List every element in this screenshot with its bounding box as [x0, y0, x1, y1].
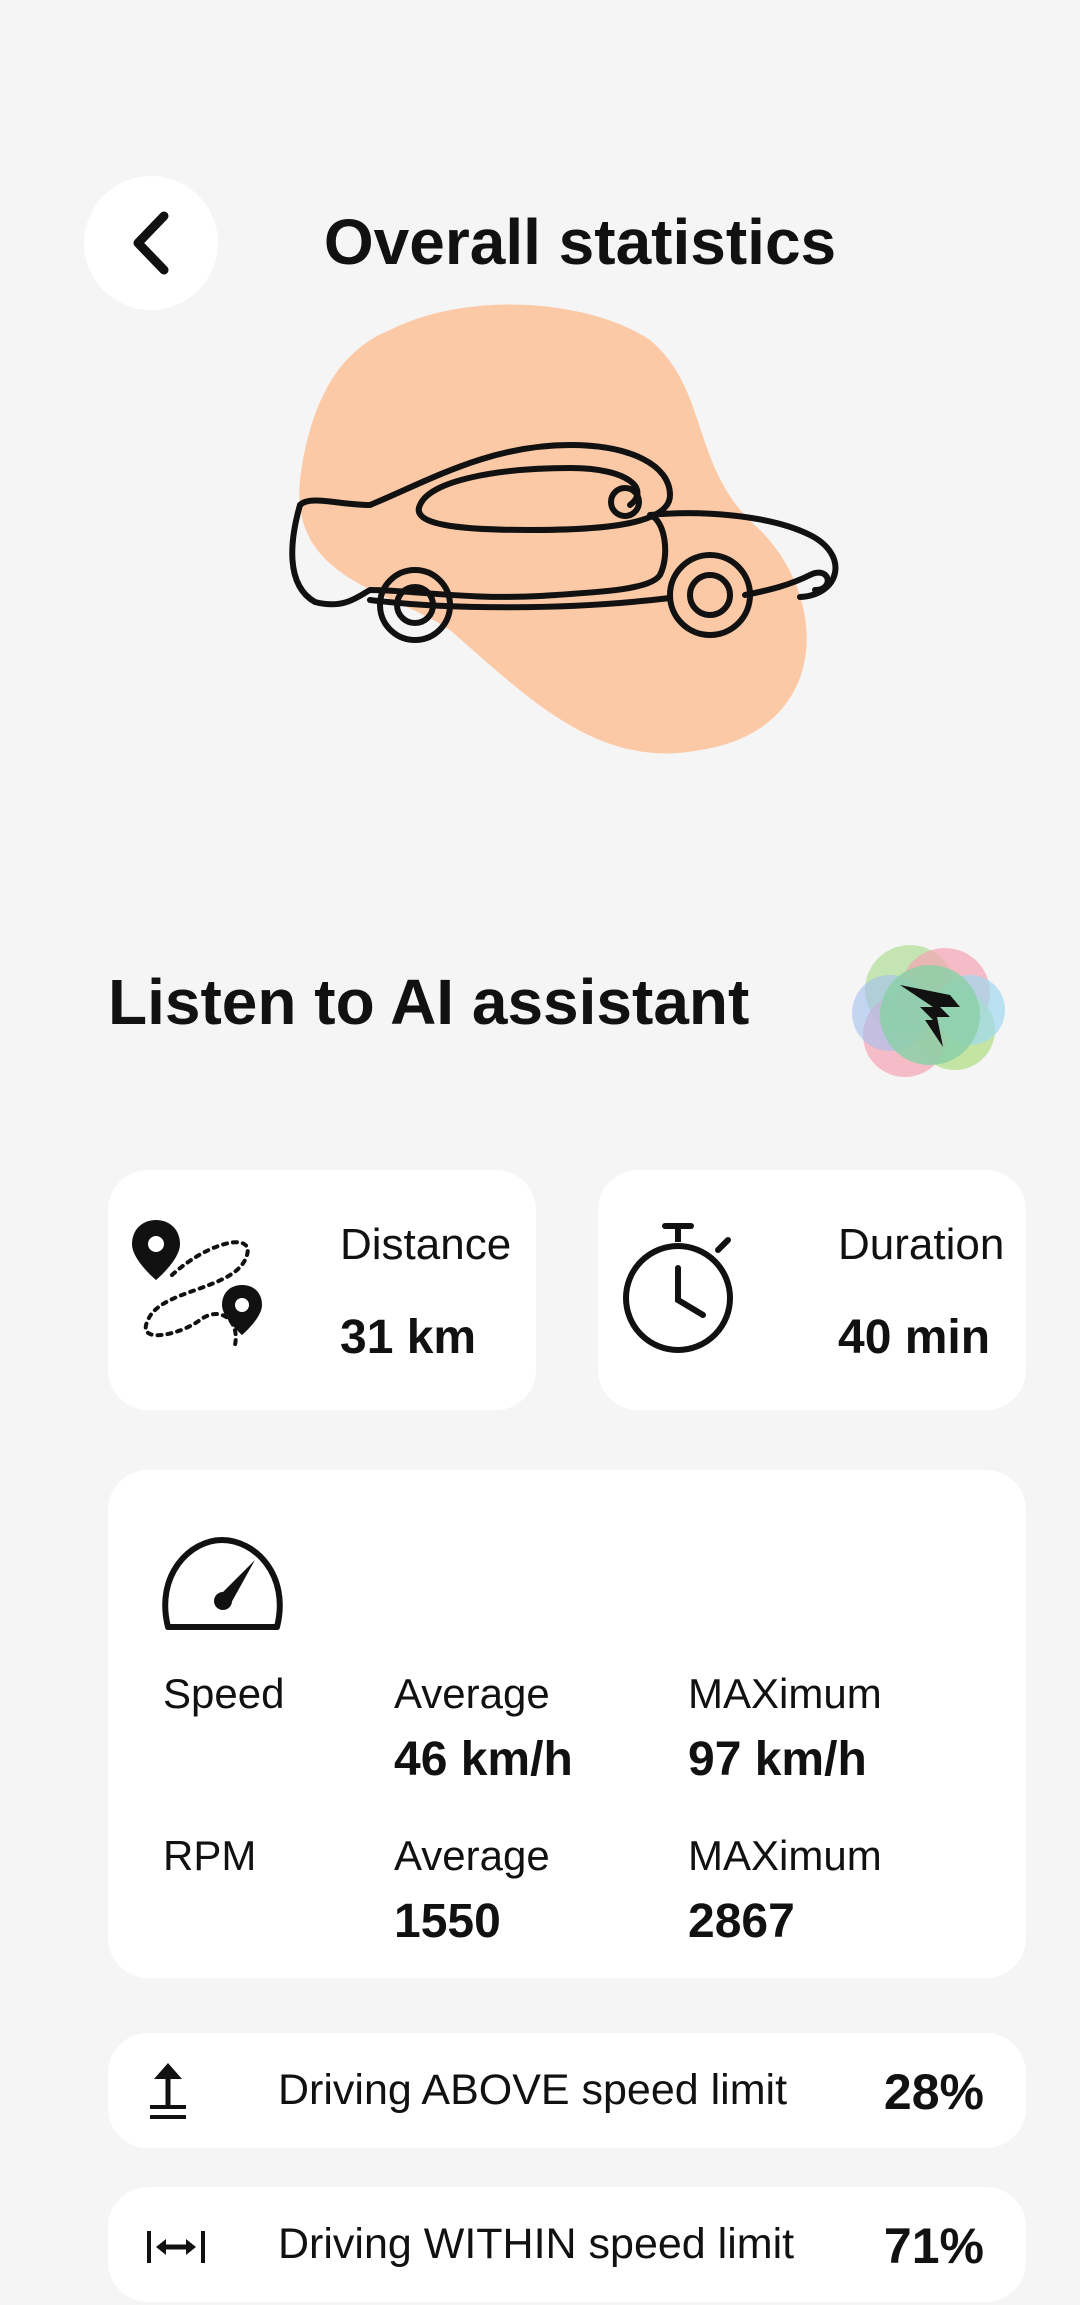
within-speed-limit-row[interactable]: Driving WITHIN speed limit 71%	[108, 2187, 1026, 2302]
above-speed-limit-row[interactable]: Driving ABOVE speed limit 28%	[108, 2033, 1026, 2148]
arrow-up-line-icon	[150, 2063, 186, 2119]
rpm-max-value: 2867	[688, 1895, 795, 1948]
speed-max-label: MAXimum	[688, 1670, 882, 1717]
car-illustration	[289, 304, 839, 754]
rpm-label: RPM	[163, 1832, 257, 1879]
stopwatch-icon	[623, 1223, 733, 1353]
page-title: Overall statistics	[323, 206, 837, 278]
distance-value: 31 km	[340, 1311, 477, 1364]
above-speed-limit-label: Driving ABOVE speed limit	[278, 2066, 788, 2114]
duration-value: 40 min	[838, 1311, 991, 1364]
speed-average-label: Average	[394, 1670, 550, 1717]
ai-assistant-orb-icon[interactable]	[845, 935, 1015, 1095]
distance-label: Distance	[340, 1220, 512, 1269]
duration-label: Duration	[838, 1220, 1005, 1269]
route-pins-icon	[132, 1220, 262, 1347]
within-speed-limit-label: Driving WITHIN speed limit	[278, 2220, 795, 2268]
arrows-horizontal-icon	[147, 2231, 205, 2263]
rpm-average-value: 1550	[394, 1895, 501, 1948]
distance-card: Distance 31 km	[108, 1170, 536, 1410]
speedometer-icon	[162, 1537, 283, 1630]
speed-rpm-card: Speed Average 46 km/h MAXimum 97 km/h RP…	[108, 1470, 1026, 1978]
speed-average-value: 46 km/h	[394, 1733, 573, 1786]
speed-label: Speed	[163, 1670, 285, 1717]
within-speed-limit-value: 71%	[883, 2218, 984, 2274]
above-speed-limit-value: 28%	[883, 2064, 984, 2120]
duration-card: Duration 40 min	[598, 1170, 1026, 1410]
rpm-max-label: MAXimum	[688, 1832, 882, 1879]
rpm-average-label: Average	[394, 1832, 550, 1879]
ai-assistant-label[interactable]: Listen to AI assistant	[108, 965, 749, 1039]
speed-max-value: 97 km/h	[688, 1733, 867, 1786]
